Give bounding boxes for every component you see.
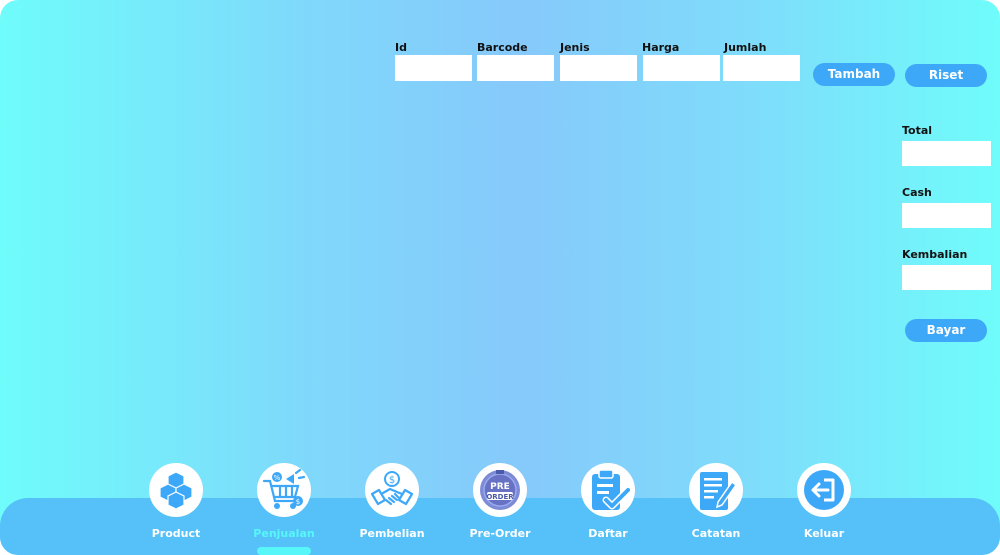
nav-label: Penjualan	[253, 527, 315, 540]
shopping-cart-icon: % $	[257, 463, 311, 517]
jumlah-label: Jumlah	[724, 41, 767, 54]
nav-item-penjualan[interactable]: % $ Penjualan	[234, 463, 334, 555]
cash-field[interactable]	[902, 203, 991, 228]
nav-item-pre-order[interactable]: PRE ORDER Pre-Order	[450, 463, 550, 540]
svg-text:%: %	[274, 474, 281, 482]
kembalian-label: Kembalian	[902, 248, 968, 261]
active-indicator	[257, 547, 311, 555]
total-field[interactable]	[902, 141, 991, 166]
nav-label: Pre-Order	[469, 527, 531, 540]
riset-button[interactable]: Riset	[905, 64, 987, 87]
nav-label: Keluar	[803, 527, 845, 540]
exit-icon	[797, 463, 851, 517]
total-label: Total	[902, 124, 933, 137]
notepad-pen-icon	[689, 463, 743, 517]
harga-field[interactable]	[643, 55, 720, 81]
harga-label: Harga	[642, 41, 680, 54]
jenis-field[interactable]	[560, 55, 637, 81]
id-label: Id	[395, 41, 407, 54]
nav-item-keluar[interactable]: Keluar	[774, 463, 874, 540]
nav-item-daftar[interactable]: Daftar	[558, 463, 658, 540]
nav-label: Catatan	[691, 527, 741, 540]
clipboard-check-icon	[581, 463, 635, 517]
nav-item-catatan[interactable]: Catatan	[666, 463, 766, 540]
bayar-button[interactable]: Bayar	[905, 319, 987, 342]
jenis-label: Jenis	[560, 41, 590, 54]
barcode-field[interactable]	[477, 55, 554, 81]
svg-text:$: $	[389, 475, 395, 486]
boxes-icon	[149, 463, 203, 517]
nav-label: Product	[151, 527, 201, 540]
kembalian-field[interactable]	[902, 265, 991, 290]
svg-text:PRE: PRE	[490, 482, 510, 492]
svg-text:ORDER: ORDER	[486, 493, 514, 501]
id-field[interactable]	[395, 55, 472, 81]
cash-label: Cash	[902, 186, 932, 199]
barcode-label: Barcode	[477, 41, 528, 54]
pre-order-badge-icon: PRE ORDER	[473, 463, 527, 517]
svg-text:$: $	[296, 498, 300, 506]
nav-label: Daftar	[588, 527, 628, 540]
nav-item-product[interactable]: Product	[126, 463, 226, 540]
jumlah-field[interactable]	[723, 55, 800, 81]
nav-item-pembelian[interactable]: $ Pembelian	[342, 463, 442, 540]
app-window: Id Barcode Jenis Harga Jumlah Tambah Ris…	[0, 0, 1000, 555]
handshake-icon: $	[365, 463, 419, 517]
tambah-button[interactable]: Tambah	[813, 63, 895, 86]
nav-label: Pembelian	[359, 527, 425, 540]
